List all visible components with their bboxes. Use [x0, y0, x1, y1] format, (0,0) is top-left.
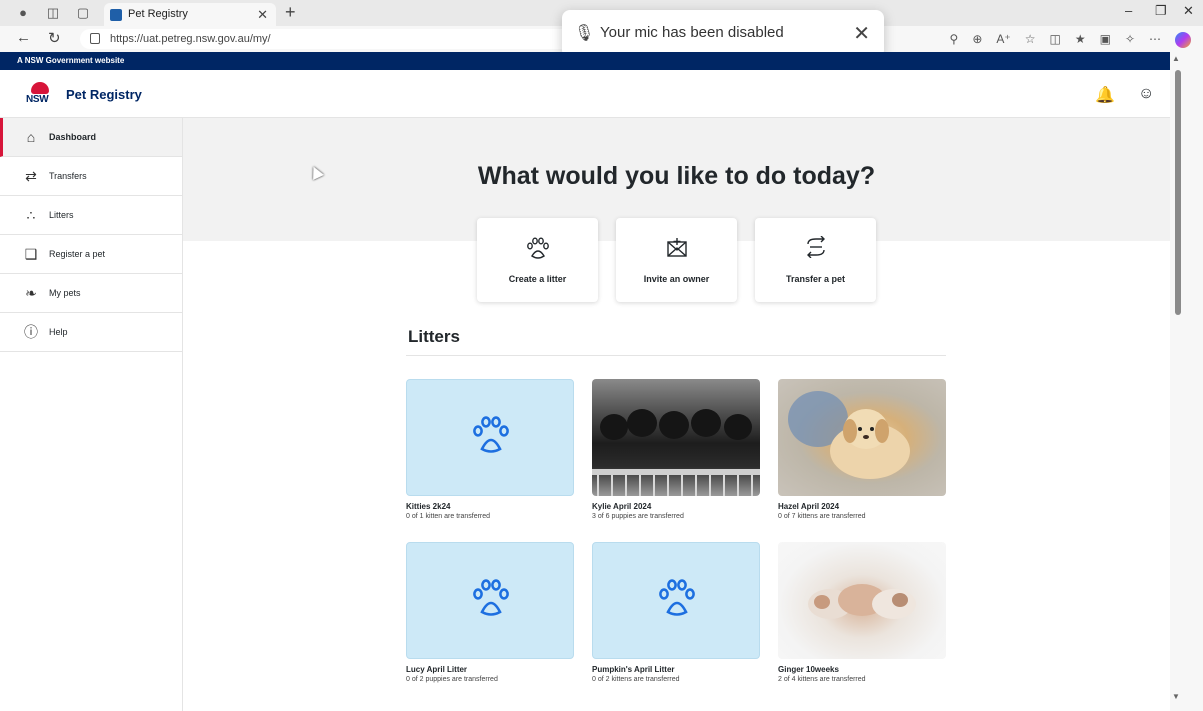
mic-off-icon: 🎙: [574, 25, 595, 42]
logo-text: NSW: [26, 94, 49, 105]
create-litter-button[interactable]: Create a litter: [477, 218, 598, 302]
black-puppies-photo: [592, 379, 760, 496]
litter-placeholder-image: [592, 542, 760, 659]
puppy-illustration: [788, 391, 910, 479]
paw-icon: [659, 579, 695, 616]
nsw-logo[interactable]: NSW: [24, 82, 56, 108]
favorite-star-icon[interactable]: ☆: [1025, 32, 1036, 48]
account-icon[interactable]: ☺: [1138, 85, 1154, 103]
transfer-icon: [755, 235, 876, 264]
sidebar-item-label: Help: [49, 327, 68, 337]
collections-icon[interactable]: ▣: [1100, 32, 1111, 48]
search-icon[interactable]: ⚲: [950, 32, 959, 48]
invite-owner-button[interactable]: Invite an owner: [616, 218, 737, 302]
close-toast-icon[interactable]: ✕: [853, 21, 870, 46]
litters-heading: Litters: [408, 327, 460, 346]
paw-icon: [477, 236, 598, 266]
sidebar-item-label: Litters: [49, 210, 74, 220]
home-icon: ⌂: [26, 129, 36, 145]
split-screen-icon[interactable]: ◫: [1049, 32, 1060, 48]
paw-icon: ∴: [26, 207, 36, 223]
url-text: https://uat.petreg.nsw.gov.au/my/: [110, 33, 271, 45]
sidebar-item-label: Transfers: [49, 171, 87, 181]
notification-icon[interactable]: 🔔: [1095, 85, 1115, 105]
zoom-icon[interactable]: ⊕: [972, 32, 982, 48]
invite-icon: [616, 236, 737, 264]
litter-name: Lucy April Litter: [406, 665, 468, 674]
close-tab-icon[interactable]: ✕: [257, 3, 268, 26]
sidebar-item-my-pets[interactable]: ❧ My pets: [0, 274, 182, 313]
litter-status: 3 of 6 puppies are transferred: [592, 513, 684, 520]
pets-icon: ❧: [25, 285, 37, 301]
puppies-illustration: [592, 409, 760, 496]
browser-tab[interactable]: Pet Registry ✕: [104, 3, 276, 26]
sidebar-item-label: My pets: [49, 288, 81, 298]
scroll-down-arrow-icon[interactable]: ▼: [1172, 692, 1180, 701]
new-tab-button[interactable]: +: [285, 2, 296, 23]
sidebar-item-transfers[interactable]: ⇄ Transfers: [0, 157, 182, 196]
newborn-kittens-photo: [778, 542, 946, 659]
sidebar-item-register-a-pet[interactable]: ❑ Register a pet: [0, 235, 182, 274]
restore-button[interactable]: ❐: [1155, 3, 1167, 19]
sidebar-item-dashboard[interactable]: ⌂ Dashboard: [0, 118, 182, 157]
tab-title: Pet Registry: [128, 8, 188, 20]
action-label: Transfer a pet: [785, 274, 846, 284]
litter-status: 0 of 7 kittens are transferred: [778, 513, 866, 520]
close-window-button[interactable]: ✕: [1183, 3, 1194, 19]
profile-icon[interactable]: ●: [14, 4, 32, 22]
litter-status: 0 of 1 kitten are transferred: [406, 513, 491, 520]
lock-icon: [90, 33, 100, 44]
sidebar-item-help[interactable]: ⓘ Help: [0, 313, 182, 352]
kittens-illustration: [808, 584, 916, 619]
litter-name: Kylie April 2024: [592, 502, 652, 511]
favorites-icon[interactable]: ★: [1075, 32, 1086, 48]
minimize-button[interactable]: –: [1125, 3, 1132, 18]
sidebar-item-label: Register a pet: [49, 249, 106, 259]
workspaces-icon[interactable]: ◫: [44, 4, 62, 22]
register-pet-icon: ❑: [24, 246, 38, 262]
transfer-icon: ⇄: [25, 168, 37, 184]
scroll-up-arrow-icon[interactable]: ▲: [1172, 54, 1180, 63]
gov-banner: A NSW Government website: [0, 52, 1170, 70]
paw-icon: [473, 416, 509, 453]
litter-name: Kitties 2k24: [406, 502, 451, 511]
litter-name: Pumpkin's April Litter: [592, 665, 675, 674]
browser-toolbar-icons: ⚲ ⊕ A⁺ ☆ ◫ ★ ▣ ✧ ⋯: [950, 32, 1191, 48]
waratah-icon: [31, 82, 49, 94]
tab-actions-icon[interactable]: ▢: [74, 4, 92, 22]
back-button[interactable]: ←: [16, 29, 31, 46]
more-options-icon[interactable]: ⋯: [1149, 32, 1161, 48]
site-header: NSW Pet Registry 🔔 ☺: [0, 70, 1170, 118]
litter-name: Ginger 10weeks: [778, 665, 839, 674]
page-title: What would you like to do today?: [477, 162, 876, 190]
copilot-icon[interactable]: [1175, 32, 1191, 48]
sidebar: ⌂ Dashboard ⇄ Transfers ∴ Litters ❑ Regi…: [0, 118, 183, 711]
golden-puppy-photo: [778, 379, 946, 496]
section-divider: [406, 355, 946, 356]
litter-placeholder-image: [406, 379, 574, 496]
extensions-icon[interactable]: ✧: [1125, 32, 1135, 48]
sidebar-item-litters[interactable]: ∴ Litters: [0, 196, 182, 235]
paw-icon: [473, 579, 509, 616]
read-aloud-icon[interactable]: A⁺: [996, 32, 1010, 48]
action-label: Invite an owner: [643, 274, 710, 284]
scroll-thumb[interactable]: [1175, 70, 1181, 315]
sidebar-item-label: Dashboard: [49, 132, 97, 142]
litter-name: Hazel April 2024: [778, 502, 840, 511]
litter-status: 0 of 2 puppies are transferred: [406, 676, 498, 683]
toast-message: Your mic has been disabled: [600, 24, 784, 41]
site-name[interactable]: Pet Registry: [66, 87, 142, 102]
refresh-button[interactable]: ↻: [48, 29, 61, 47]
transfer-pet-button[interactable]: Transfer a pet: [755, 218, 876, 302]
action-label: Create a litter: [508, 274, 567, 284]
mic-disabled-toast: 🎙 Your mic has been disabled ✕: [562, 10, 884, 58]
litter-placeholder-image: [406, 542, 574, 659]
litter-status: 2 of 4 kittens are transferred: [778, 676, 866, 683]
help-icon: ⓘ: [24, 324, 38, 340]
litter-status: 0 of 2 kittens are transferred: [592, 676, 680, 683]
favicon-icon: [110, 9, 122, 21]
